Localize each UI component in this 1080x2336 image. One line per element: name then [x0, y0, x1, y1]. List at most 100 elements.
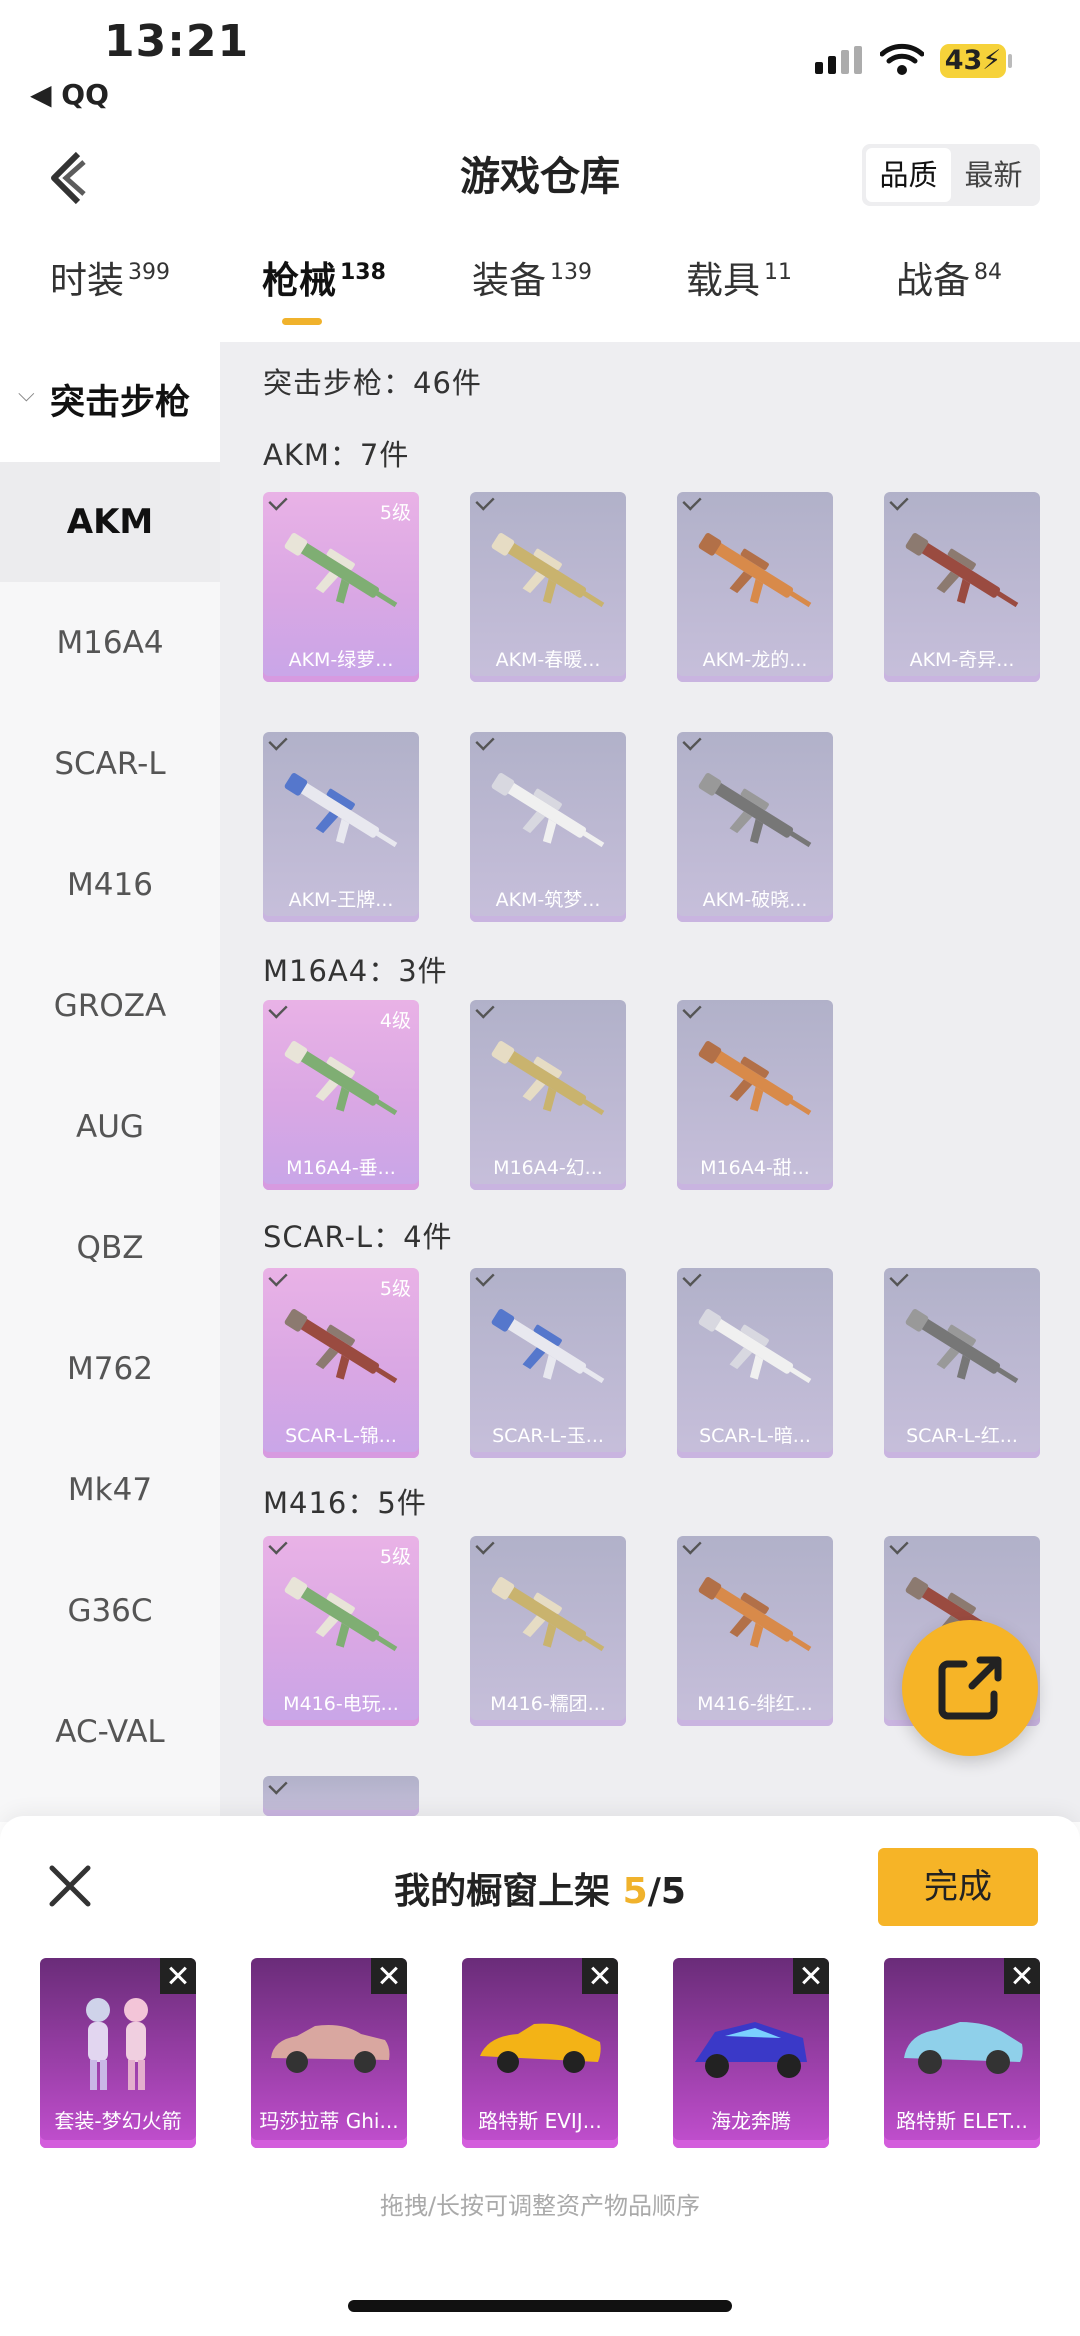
- sidebar-item-aug[interactable]: AUG: [0, 1067, 220, 1187]
- sidebar-item-groza[interactable]: GROZA: [0, 946, 220, 1066]
- weapon-skin-card[interactable]: [263, 1776, 419, 1816]
- car-image: [904, 2022, 1023, 2074]
- weapon-skin-card[interactable]: 4级 M16A4-垂...: [263, 1000, 419, 1190]
- skin-name: SCAR-L-玉...: [492, 1425, 604, 1447]
- level-badge: 5级: [379, 502, 411, 524]
- sort-quality-option[interactable]: 品质: [866, 148, 951, 202]
- sort-toggle[interactable]: 品质 最新: [862, 144, 1040, 206]
- tab-vehicles[interactable]: 载具 11: [686, 250, 792, 304]
- gun-image: [491, 1041, 605, 1116]
- skin-name: M16A4-垂...: [286, 1157, 396, 1179]
- skin-name: M16A4-幻...: [493, 1157, 603, 1179]
- showcase-item[interactable]: 路特斯 EVIJ...: [462, 1958, 618, 2148]
- skin-name: AKM-破晓...: [702, 889, 808, 911]
- back-to-app-link[interactable]: ◀ QQ: [30, 78, 109, 111]
- sidebar-item-m16a4[interactable]: M16A4: [0, 583, 220, 703]
- skin-name: AKM-绿萝...: [288, 649, 394, 671]
- check-icon: [682, 1000, 702, 1019]
- weapon-skin-card[interactable]: M16A4-甜...: [677, 1000, 833, 1190]
- weapon-skin-card[interactable]: 5级 SCAR-L-锦...: [263, 1268, 419, 1458]
- skin-name: AKM-奇异...: [909, 649, 1015, 671]
- skin-name: M416-电玩...: [283, 1693, 399, 1715]
- gun-image: [698, 1041, 812, 1116]
- showcase-item[interactable]: 套装-梦幻火箭: [40, 1958, 196, 2148]
- check-icon: [475, 732, 495, 751]
- remove-icon[interactable]: [371, 1958, 407, 1994]
- gun-image: [284, 1041, 398, 1116]
- check-icon: [268, 1000, 288, 1019]
- sidebar-category-header[interactable]: ⌵ 突击步枪: [0, 342, 220, 462]
- tab-guns[interactable]: 枪械 138: [262, 250, 386, 304]
- weapon-skin-card[interactable]: SCAR-L-玉...: [470, 1268, 626, 1458]
- tab-outfits[interactable]: 时装 399: [50, 250, 170, 304]
- tab-count: 11: [764, 260, 792, 285]
- section-title: SCAR-L：4件: [263, 1220, 453, 1254]
- weapon-skin-card[interactable]: AKM-筑梦...: [470, 732, 626, 922]
- wifi-icon: [880, 43, 924, 75]
- sidebar-item-g36c[interactable]: G36C: [0, 1551, 220, 1671]
- weapon-skin-card[interactable]: 5级 AKM-绿萝...: [263, 492, 419, 682]
- sidebar-item-qbz[interactable]: QBZ: [0, 1188, 220, 1308]
- check-icon: [889, 492, 909, 511]
- remove-icon[interactable]: [160, 1958, 196, 1994]
- tab-supplies[interactable]: 战备 84: [896, 250, 1002, 304]
- weapon-skin-card[interactable]: M16A4-幻...: [470, 1000, 626, 1190]
- level-badge: 4级: [379, 1010, 411, 1032]
- check-icon: [268, 492, 288, 511]
- sidebar-item-scar-l[interactable]: SCAR-L: [0, 704, 220, 824]
- weapon-skin-card[interactable]: AKM-王牌...: [263, 732, 419, 922]
- check-icon: [475, 1000, 495, 1019]
- remove-icon[interactable]: [793, 1958, 829, 1994]
- sidebar-item-m762[interactable]: M762: [0, 1309, 220, 1429]
- showcase-item[interactable]: 路特斯 ELET...: [884, 1958, 1040, 2148]
- weapon-skin-card[interactable]: 5级 M416-电玩...: [263, 1536, 419, 1726]
- remove-icon[interactable]: [582, 1958, 618, 1994]
- remove-icon[interactable]: [1004, 1958, 1040, 1994]
- skin-name: AKM-王牌...: [288, 889, 394, 911]
- skin-name: AKM-筑梦...: [495, 889, 601, 911]
- home-indicator[interactable]: [348, 2300, 732, 2312]
- check-icon: [682, 492, 702, 511]
- weapon-skin-card[interactable]: AKM-奇异...: [884, 492, 1040, 682]
- gun-image: [491, 1577, 605, 1652]
- showcase-item-name: 玛莎拉蒂 Ghi...: [259, 2109, 399, 2133]
- check-icon: [682, 1268, 702, 1287]
- weapon-skin-card[interactable]: AKM-春暖...: [470, 492, 626, 682]
- check-icon: [475, 492, 495, 511]
- car-image: [271, 2025, 390, 2073]
- chevron-down-icon: ⌵: [18, 382, 35, 407]
- showcase-item[interactable]: 玛莎拉蒂 Ghi...: [251, 1958, 407, 2148]
- sidebar-item-mk47[interactable]: Mk47: [0, 1430, 220, 1550]
- weapon-skin-card[interactable]: AKM-龙的...: [677, 492, 833, 682]
- gun-image: [284, 533, 398, 608]
- sidebar-item-ac-val[interactable]: AC-VAL: [0, 1672, 220, 1792]
- check-icon: [682, 732, 702, 751]
- skin-name: SCAR-L-锦...: [285, 1425, 397, 1447]
- done-button[interactable]: 完成: [878, 1848, 1038, 1926]
- check-icon: [889, 1268, 909, 1287]
- weapon-skin-card[interactable]: M416-糯团...: [470, 1536, 626, 1726]
- tab-label: 载具: [686, 259, 760, 302]
- tab-count: 399: [128, 260, 170, 285]
- showcase-item[interactable]: 海龙奔腾: [673, 1958, 829, 2148]
- weapon-skin-card[interactable]: SCAR-L-暗...: [677, 1268, 833, 1458]
- skin-name: SCAR-L-红...: [906, 1425, 1018, 1447]
- tab-label: 时装: [50, 259, 124, 302]
- weapon-skin-card[interactable]: SCAR-L-红...: [884, 1268, 1040, 1458]
- category-tabs: 时装 399 枪械 138 装备 139 载具 11 战备 84: [0, 250, 1080, 330]
- gun-image: [698, 1309, 812, 1384]
- gun-image: [284, 773, 398, 848]
- check-icon: [268, 732, 288, 751]
- weapon-skin-card[interactable]: M416-绯红...: [677, 1536, 833, 1726]
- car-image: [695, 2022, 807, 2078]
- sidebar-item-akm[interactable]: AKM: [0, 462, 220, 582]
- showcase-total: /5: [647, 1871, 686, 1912]
- sidebar-item-m416[interactable]: M416: [0, 825, 220, 945]
- sort-newest-option[interactable]: 最新: [951, 148, 1036, 202]
- check-icon: [268, 1536, 288, 1555]
- weapon-skin-card[interactable]: AKM-破晓...: [677, 732, 833, 922]
- tab-equipment[interactable]: 装备 139: [472, 250, 592, 304]
- tab-count: 138: [340, 260, 386, 285]
- sidebar-category-label: 突击步枪: [50, 383, 191, 423]
- share-button[interactable]: [902, 1620, 1038, 1756]
